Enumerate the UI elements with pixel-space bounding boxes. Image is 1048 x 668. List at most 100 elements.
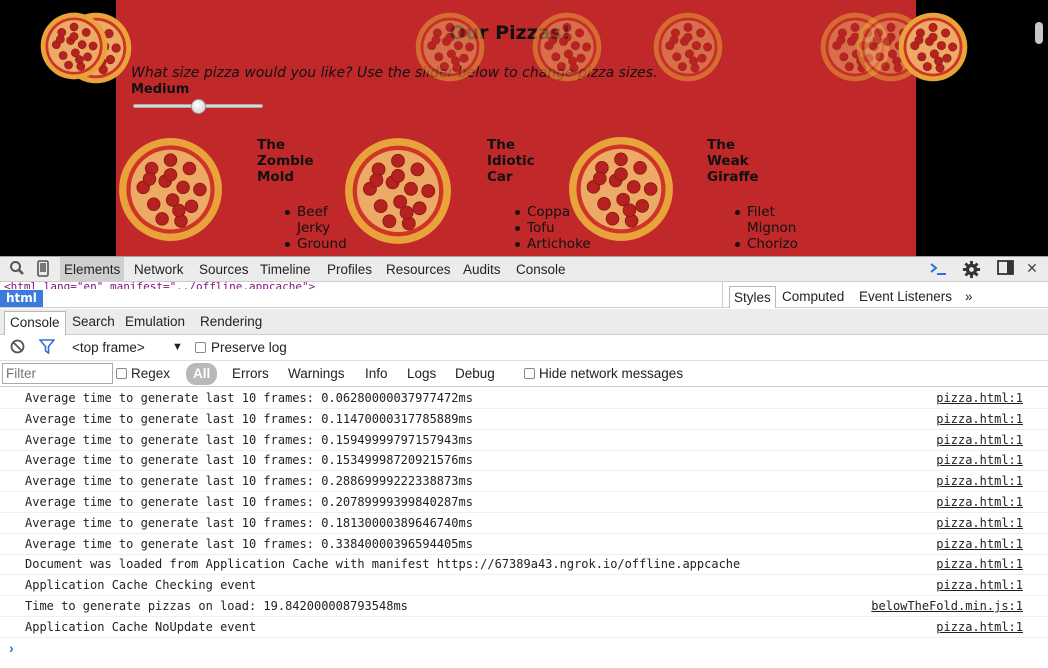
frame-select[interactable]: <top frame> <box>72 338 145 358</box>
console-message: Average time to generate last 10 frames:… <box>0 534 1048 555</box>
tab-profiles[interactable]: Profiles <box>323 257 376 282</box>
page-scrollbar[interactable] <box>1035 22 1043 44</box>
console-message: Average time to generate last 10 frames:… <box>0 492 1048 513</box>
drawer-tabs: Console Search Emulation Rendering <box>0 309 1048 335</box>
console-drawer-icon[interactable] <box>927 260 949 279</box>
console-message: Average time to generate last 10 frames:… <box>0 409 1048 430</box>
page-title: Our Pizzas! <box>449 22 571 44</box>
message-source-link[interactable]: pizza.html:1 <box>936 554 1023 574</box>
console-message: Application Cache NoUpdate event pizza.ht… <box>0 617 1048 638</box>
devtools-toolbar: Elements Network Sources Timeline Profiles Re… <box>0 256 1048 282</box>
close-icon[interactable]: ✕ <box>1024 260 1040 279</box>
message-source-link[interactable]: pizza.html:1 <box>936 409 1023 429</box>
page-viewport: Our Pizzas! What size pizza would you li… <box>0 0 1048 256</box>
console-message: Time to generate pizzas on load: 19.8420… <box>0 596 1048 617</box>
clear-console-icon[interactable] <box>9 339 25 358</box>
message-text: Application Cache Checking event <box>25 578 257 593</box>
pizza-image <box>40 12 108 80</box>
message-text: Time to generate pizzas on load: 19.8420… <box>25 599 408 613</box>
side-tab-event-listeners[interactable]: Event Listeners <box>855 286 956 308</box>
message-source-link[interactable]: pizza.html:1 <box>936 534 1023 554</box>
pizza-image <box>568 136 674 242</box>
pizza-image <box>118 137 223 242</box>
console-message: Application Cache Checking event pizza.ht… <box>0 575 1048 597</box>
chevron-down-icon[interactable]: ▼ <box>172 337 183 357</box>
preserve-log-label: Preserve log <box>211 340 287 355</box>
hide-network-checkbox[interactable] <box>524 368 535 379</box>
level-all[interactable]: All <box>186 363 218 385</box>
devtools-panel: Elements Network Sources Timeline Profiles Re… <box>0 256 1048 668</box>
level-debug[interactable]: Debug <box>450 363 500 385</box>
breadcrumb-html[interactable]: html <box>0 290 43 307</box>
pizza-page: Our Pizzas! What size pizza would you li… <box>116 0 916 256</box>
tab-sources[interactable]: Sources <box>195 257 253 282</box>
message-text: Application Cache NoUpdate event <box>25 619 257 634</box>
preserve-log-checkbox[interactable] <box>195 342 206 353</box>
pizza-image <box>653 12 723 82</box>
side-tab-styles[interactable]: Styles <box>729 286 776 308</box>
drawer-tab-search[interactable]: Search <box>67 311 120 335</box>
message-source-link[interactable]: pizza.html:1 <box>936 388 1023 408</box>
dock-side-icon[interactable] <box>995 260 1015 279</box>
regex-label: Regex <box>131 366 171 381</box>
gear-icon[interactable] <box>960 260 982 279</box>
ingredient-item: Ground <box>285 236 377 252</box>
regex-checkbox[interactable] <box>116 368 127 379</box>
drawer-tab-emulation[interactable]: Emulation <box>120 311 190 335</box>
console-message: Average time to generate last 10 frames:… <box>0 388 1048 409</box>
panel-divider[interactable] <box>722 282 723 308</box>
level-info[interactable]: Info <box>360 363 393 385</box>
message-source-link[interactable]: pizza.html:1 <box>936 450 1023 470</box>
console-message: Average time to generate last 10 frames:… <box>0 450 1048 472</box>
message-source-link[interactable]: pizza.html:1 <box>936 575 1023 595</box>
console-message: Document was loaded from Application Cac… <box>0 554 1048 576</box>
ingredients-list-3: Filet Mignon Chorizo <box>735 204 827 252</box>
pizza-image <box>415 12 485 82</box>
message-source-link[interactable]: pizza.html:1 <box>936 492 1023 512</box>
elements-panel-strip: <html lang="en" manifest="../offline.app… <box>0 282 1048 308</box>
mobile-device-icon[interactable] <box>36 260 50 279</box>
console-message: Average time to generate last 10 frames:… <box>0 430 1048 451</box>
drawer-tab-console[interactable]: Console <box>4 311 66 335</box>
tab-timeline[interactable]: Timeline <box>256 257 315 282</box>
message-text: Average time to generate last 10 frames:… <box>25 453 473 468</box>
drawer-tab-rendering[interactable]: Rendering <box>195 311 267 335</box>
pizza-image <box>898 12 968 82</box>
slider-thumb[interactable] <box>191 99 206 114</box>
pizza-image <box>532 12 602 82</box>
message-source-link[interactable]: pizza.html:1 <box>936 430 1023 450</box>
pizza-image <box>344 137 452 245</box>
hide-network-label: Hide network messages <box>539 366 684 381</box>
tab-audits[interactable]: Audits <box>459 257 505 282</box>
message-source-link[interactable]: pizza.html:1 <box>936 471 1023 491</box>
tab-elements[interactable]: Elements <box>60 257 125 282</box>
message-text: Document was loaded from Application Cac… <box>25 557 741 572</box>
more-tabs-chevron-icon[interactable]: » <box>961 286 977 308</box>
console-prompt[interactable]: › <box>9 640 14 656</box>
message-text: Average time to generate last 10 frames:… <box>25 391 473 405</box>
message-text: Average time to generate last 10 frames:… <box>25 515 473 530</box>
filter-funnel-icon[interactable] <box>38 339 56 358</box>
pizza-name-3: The Weak Giraffe <box>707 137 759 185</box>
ingredient-item: Artichoke <box>515 236 607 252</box>
ingredient-item: Chorizo <box>735 236 827 252</box>
level-logs[interactable]: Logs <box>402 363 441 385</box>
tab-network[interactable]: Network <box>130 257 188 282</box>
level-warnings[interactable]: Warnings <box>283 363 350 385</box>
message-text: Average time to generate last 10 frames:… <box>25 495 473 509</box>
console-message: Average time to generate last 10 frames:… <box>0 471 1048 493</box>
tab-console[interactable]: Console <box>512 257 570 282</box>
message-source-link[interactable]: pizza.html:1 <box>936 513 1023 533</box>
message-source-link[interactable]: pizza.html:1 <box>936 617 1023 637</box>
message-source-link[interactable]: belowTheFold.min.js:1 <box>871 596 1023 616</box>
tab-resources[interactable]: Resources <box>382 257 455 282</box>
dom-tree-line[interactable]: <html lang="en" manifest="../offline.app… <box>4 282 315 289</box>
pizza-size-slider[interactable] <box>133 99 263 114</box>
filter-input[interactable] <box>2 363 113 384</box>
message-text: Average time to generate last 10 frames:… <box>25 411 473 426</box>
magnifier-icon[interactable] <box>8 260 26 279</box>
pizza-name-2: The Idiotic Car <box>487 137 535 185</box>
level-errors[interactable]: Errors <box>227 363 274 385</box>
side-tab-computed[interactable]: Computed <box>778 286 848 308</box>
console-filter-bar: Regex All Errors Warnings Info Logs Debug Hid… <box>0 361 1048 387</box>
